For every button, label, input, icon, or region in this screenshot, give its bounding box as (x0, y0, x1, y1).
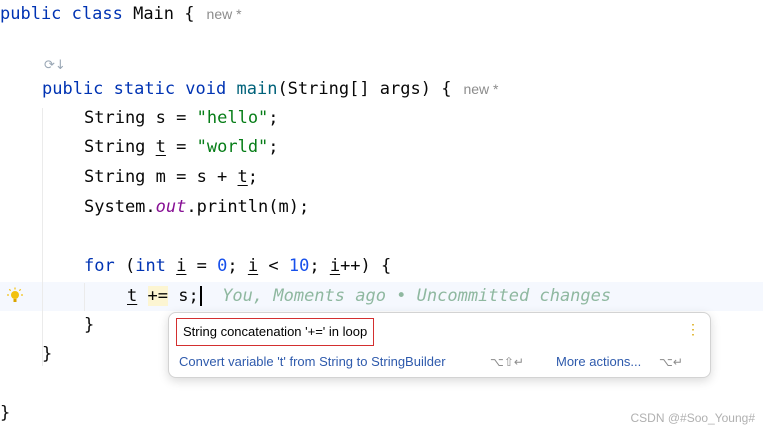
author-hint[interactable]: new * (207, 6, 242, 22)
semicolon: ; (268, 108, 279, 128)
code-line-print[interactable]: System.out.println(m); (84, 193, 309, 222)
watermark: CSDN @#Soo_Young# (630, 411, 756, 425)
code-line-s[interactable]: String s = "hello"; (84, 104, 279, 133)
static-field: out (155, 197, 187, 217)
code-line-t[interactable]: String t = "world"; (84, 133, 279, 162)
string-literal: "world" (196, 137, 269, 157)
variable: t (155, 137, 166, 157)
variable: t (237, 167, 248, 187)
operator: = (165, 137, 197, 157)
more-actions-link[interactable]: More actions... (556, 352, 641, 372)
brace: } (84, 315, 95, 335)
keyword: int (135, 256, 166, 276)
semicolon: ; (247, 167, 259, 187)
blame-annotation[interactable]: You, Moments ago • Uncommitted changes (222, 286, 611, 306)
code-text: System. (84, 197, 156, 217)
code-text: ( (114, 256, 136, 276)
code-text: .println(m); (186, 197, 310, 217)
brace: } (42, 344, 53, 364)
variable: i (329, 256, 341, 276)
convert-to-stringbuilder-action[interactable]: Convert variable 't' from String to Stri… (179, 352, 446, 372)
more-actions-shortcut: ⌥↵ (659, 355, 683, 369)
code-line-m[interactable]: String m = s + t; (84, 163, 258, 192)
flagged-operator: += (147, 286, 168, 306)
brace: { (184, 4, 195, 24)
code-line-for[interactable]: for (int i = 0; i < 10; i++) { (84, 252, 391, 281)
code-text: s; (167, 286, 199, 306)
operator: = (165, 108, 197, 128)
class-name: Main (133, 4, 175, 24)
keyword: public class (0, 4, 123, 24)
string-literal: "hello" (196, 108, 269, 128)
code-text: < (258, 256, 289, 276)
type: String (84, 137, 146, 157)
semicolon: ; (268, 137, 279, 157)
quick-fix-popup: String concatenation '+=' in loop ⋮ Conv… (168, 312, 711, 378)
code-line-class[interactable]: public class Main { new * (0, 0, 242, 29)
code-line-method[interactable]: public static void main(String[] args) {… (42, 75, 498, 104)
problem-description: String concatenation '+=' in loop (176, 318, 375, 346)
override-icon[interactable]: ⟳↓ (44, 58, 66, 73)
type: String (84, 108, 146, 128)
code-line-close-method[interactable]: } (42, 340, 52, 369)
text-caret (199, 286, 202, 306)
code-text: ; (227, 256, 248, 276)
number-literal: 10 (288, 256, 310, 276)
code-text: ++) { (340, 256, 392, 276)
keyword: public static void (42, 79, 227, 99)
variable: i (247, 256, 259, 276)
code-text: String m = s + (84, 167, 238, 187)
variable: t (127, 286, 138, 306)
brace: } (0, 403, 11, 423)
code-line-close-class[interactable]: } (0, 399, 10, 428)
indent-guide (42, 108, 43, 366)
variable: s (155, 108, 166, 128)
number-literal: 0 (217, 256, 228, 276)
indent-guide (84, 283, 85, 311)
code-text: = (186, 256, 218, 276)
keyword: for (84, 256, 115, 276)
author-hint[interactable]: new * (463, 81, 498, 97)
method-name: main (236, 79, 278, 99)
fix-shortcut: ⌥⇧↵ (490, 355, 524, 369)
variable: i (176, 256, 187, 276)
method-params: (String[] args) { (277, 79, 452, 99)
code-text: ; (309, 256, 330, 276)
code-line-close-for[interactable]: } (84, 311, 94, 340)
more-options-icon[interactable]: ⋮ (686, 321, 700, 338)
code-line-concat[interactable]: t += s; You, Moments ago • Uncommitted c… (127, 282, 611, 311)
lightbulb-icon[interactable] (6, 287, 24, 305)
